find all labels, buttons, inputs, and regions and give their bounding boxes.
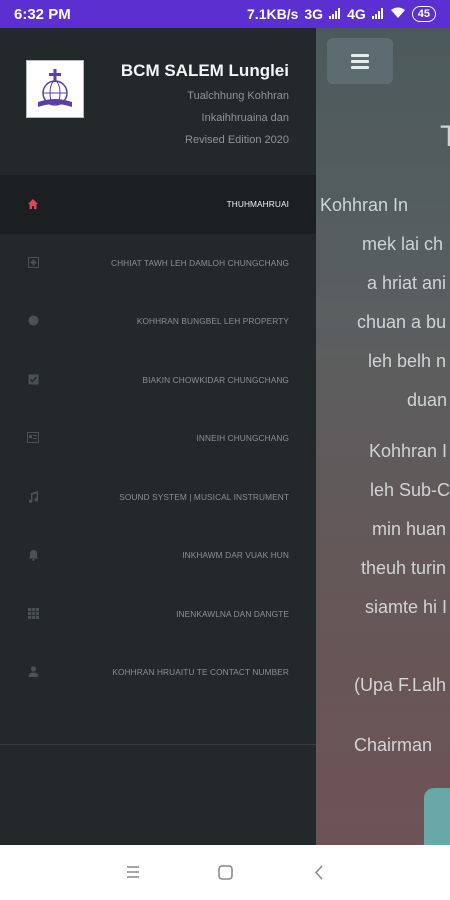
menu-item-chhiat-tawh[interactable]: CHHIAT TAWH LEH DAMLOH CHUNGCHANG	[0, 234, 316, 293]
status-bar: 6:32 PM 7.1KB/s 3G 4G 45	[0, 0, 450, 28]
medical-icon	[27, 256, 39, 269]
home-button-icon[interactable]	[218, 865, 233, 885]
paragraph-line: leh Sub-C	[370, 480, 450, 500]
check-square-icon	[27, 374, 39, 386]
card-icon	[27, 432, 39, 444]
battery-icon: 45	[411, 6, 436, 22]
network-type: 3G	[304, 6, 324, 22]
menu-item-chowkidar[interactable]: BIAKIN CHOWKIDAR CHUNGCHANG	[0, 351, 316, 410]
menu-button[interactable]	[327, 38, 393, 84]
menu-item-thuhmahruai[interactable]: THUHMAHRUAI	[0, 175, 316, 234]
paragraph-line: Kohhran I	[369, 441, 448, 461]
hamburger-icon	[351, 51, 369, 72]
recent-apps-icon[interactable]	[126, 865, 140, 884]
app-subtitle: Tualchhung Kohhran Inkaihhruaina dan Rev…	[121, 88, 289, 149]
subtitle-line: Tualchhung Kohhran	[187, 90, 289, 102]
menu-item-label: INENKAWLNA DAN DANGTE	[176, 608, 289, 619]
church-logo	[26, 60, 84, 118]
paragraph-line: Kohhran In	[320, 195, 409, 215]
drawer-header: BCM SALEM Lunglei Tualchhung Kohhran Ink…	[0, 28, 316, 175]
signal-icon-2	[371, 6, 384, 22]
network-speed: 7.1KB/s	[247, 6, 299, 22]
system-navigation-bar	[0, 845, 450, 900]
circle-icon	[27, 315, 39, 327]
menu-item-label: THUHMAHRUAI	[226, 199, 289, 210]
menu-item-inenkawlna[interactable]: INENKAWLNA DAN DANGTE	[0, 585, 316, 644]
signature-name: (Upa F.Lalh	[354, 675, 447, 695]
music-icon	[27, 490, 39, 503]
menu-item-label: INNEIH CHUNGCHANG	[196, 433, 289, 444]
menu-item-sound-system[interactable]: SOUND SYSTEM | MUSICAL INSTRUMENT	[0, 468, 316, 527]
menu-item-inneih[interactable]: INNEIH CHUNGCHANG	[0, 409, 316, 468]
menu-item-label: BIAKIN CHOWKIDAR CHUNGCHANG	[142, 374, 289, 385]
paragraph-line: theuh turin	[361, 558, 447, 578]
status-time: 6:32 PM	[14, 5, 71, 23]
menu-item-contact-number[interactable]: KOHHRAN HRUAITU TE CONTACT NUMBER	[0, 643, 316, 702]
floating-button[interactable]	[424, 788, 450, 845]
network-type-2: 4G	[347, 6, 366, 22]
status-indicators: 7.1KB/s 3G 4G 45	[247, 6, 436, 22]
paragraph-line: min huan	[372, 519, 447, 539]
grid-icon	[27, 607, 39, 620]
drawer-divider	[0, 744, 316, 745]
menu-item-inkhawm-dar[interactable]: INKHAWM DAR VUAK HUN	[0, 526, 316, 585]
paragraph-line: a hriat ani	[367, 273, 447, 293]
wifi-icon	[390, 6, 406, 22]
bell-icon	[27, 549, 39, 562]
drawer-menu: THUHMAHRUAI CHHIAT TAWH LEH DAMLOH CHUNG…	[0, 175, 316, 702]
drawer-brand: BCM SALEM Lunglei Tualchhung Kohhran Ink…	[121, 61, 289, 154]
subtitle-line: Inkaihhruaina dan	[201, 112, 289, 124]
back-icon[interactable]	[314, 865, 324, 885]
paragraph-line: leh belh n	[368, 351, 447, 371]
signal-icon	[329, 6, 341, 22]
page-title: T	[440, 120, 450, 153]
menu-item-label: SOUND SYSTEM | MUSICAL INSTRUMENT	[119, 491, 289, 502]
menu-item-label: CHHIAT TAWH LEH DAMLOH CHUNGCHANG	[110, 257, 289, 268]
paragraph-line: mek lai ch	[362, 234, 444, 254]
paragraph-line: siamte hi I	[365, 597, 448, 617]
intro-paragraph-2: Kohhran I leh Sub-C min huan theuh turin…	[320, 432, 450, 627]
subtitle-line: Revised Edition 2020	[185, 134, 289, 146]
signature-role: Chairman	[354, 735, 433, 755]
paragraph-line: duan	[407, 390, 448, 410]
paragraph-line: chuan a bu	[357, 312, 447, 332]
menu-item-label: INKHAWM DAR VUAK HUN	[182, 550, 289, 561]
app-name: BCM SALEM Lunglei	[120, 61, 289, 80]
menu-item-label: KOHHRAN HRUAITU TE CONTACT NUMBER	[112, 667, 289, 678]
menu-item-label: KOHHRAN BUNGBEL LEH PROPERTY	[136, 316, 289, 327]
navigation-drawer: BCM SALEM Lunglei Tualchhung Kohhran Ink…	[0, 28, 316, 845]
home-icon	[27, 198, 39, 210]
person-icon	[27, 666, 39, 678]
intro-paragraph-1: Kohhran In mek lai ch a hriat ani chuan …	[320, 186, 450, 420]
menu-item-bungbel[interactable]: KOHHRAN BUNGBEL LEH PROPERTY	[0, 292, 316, 351]
